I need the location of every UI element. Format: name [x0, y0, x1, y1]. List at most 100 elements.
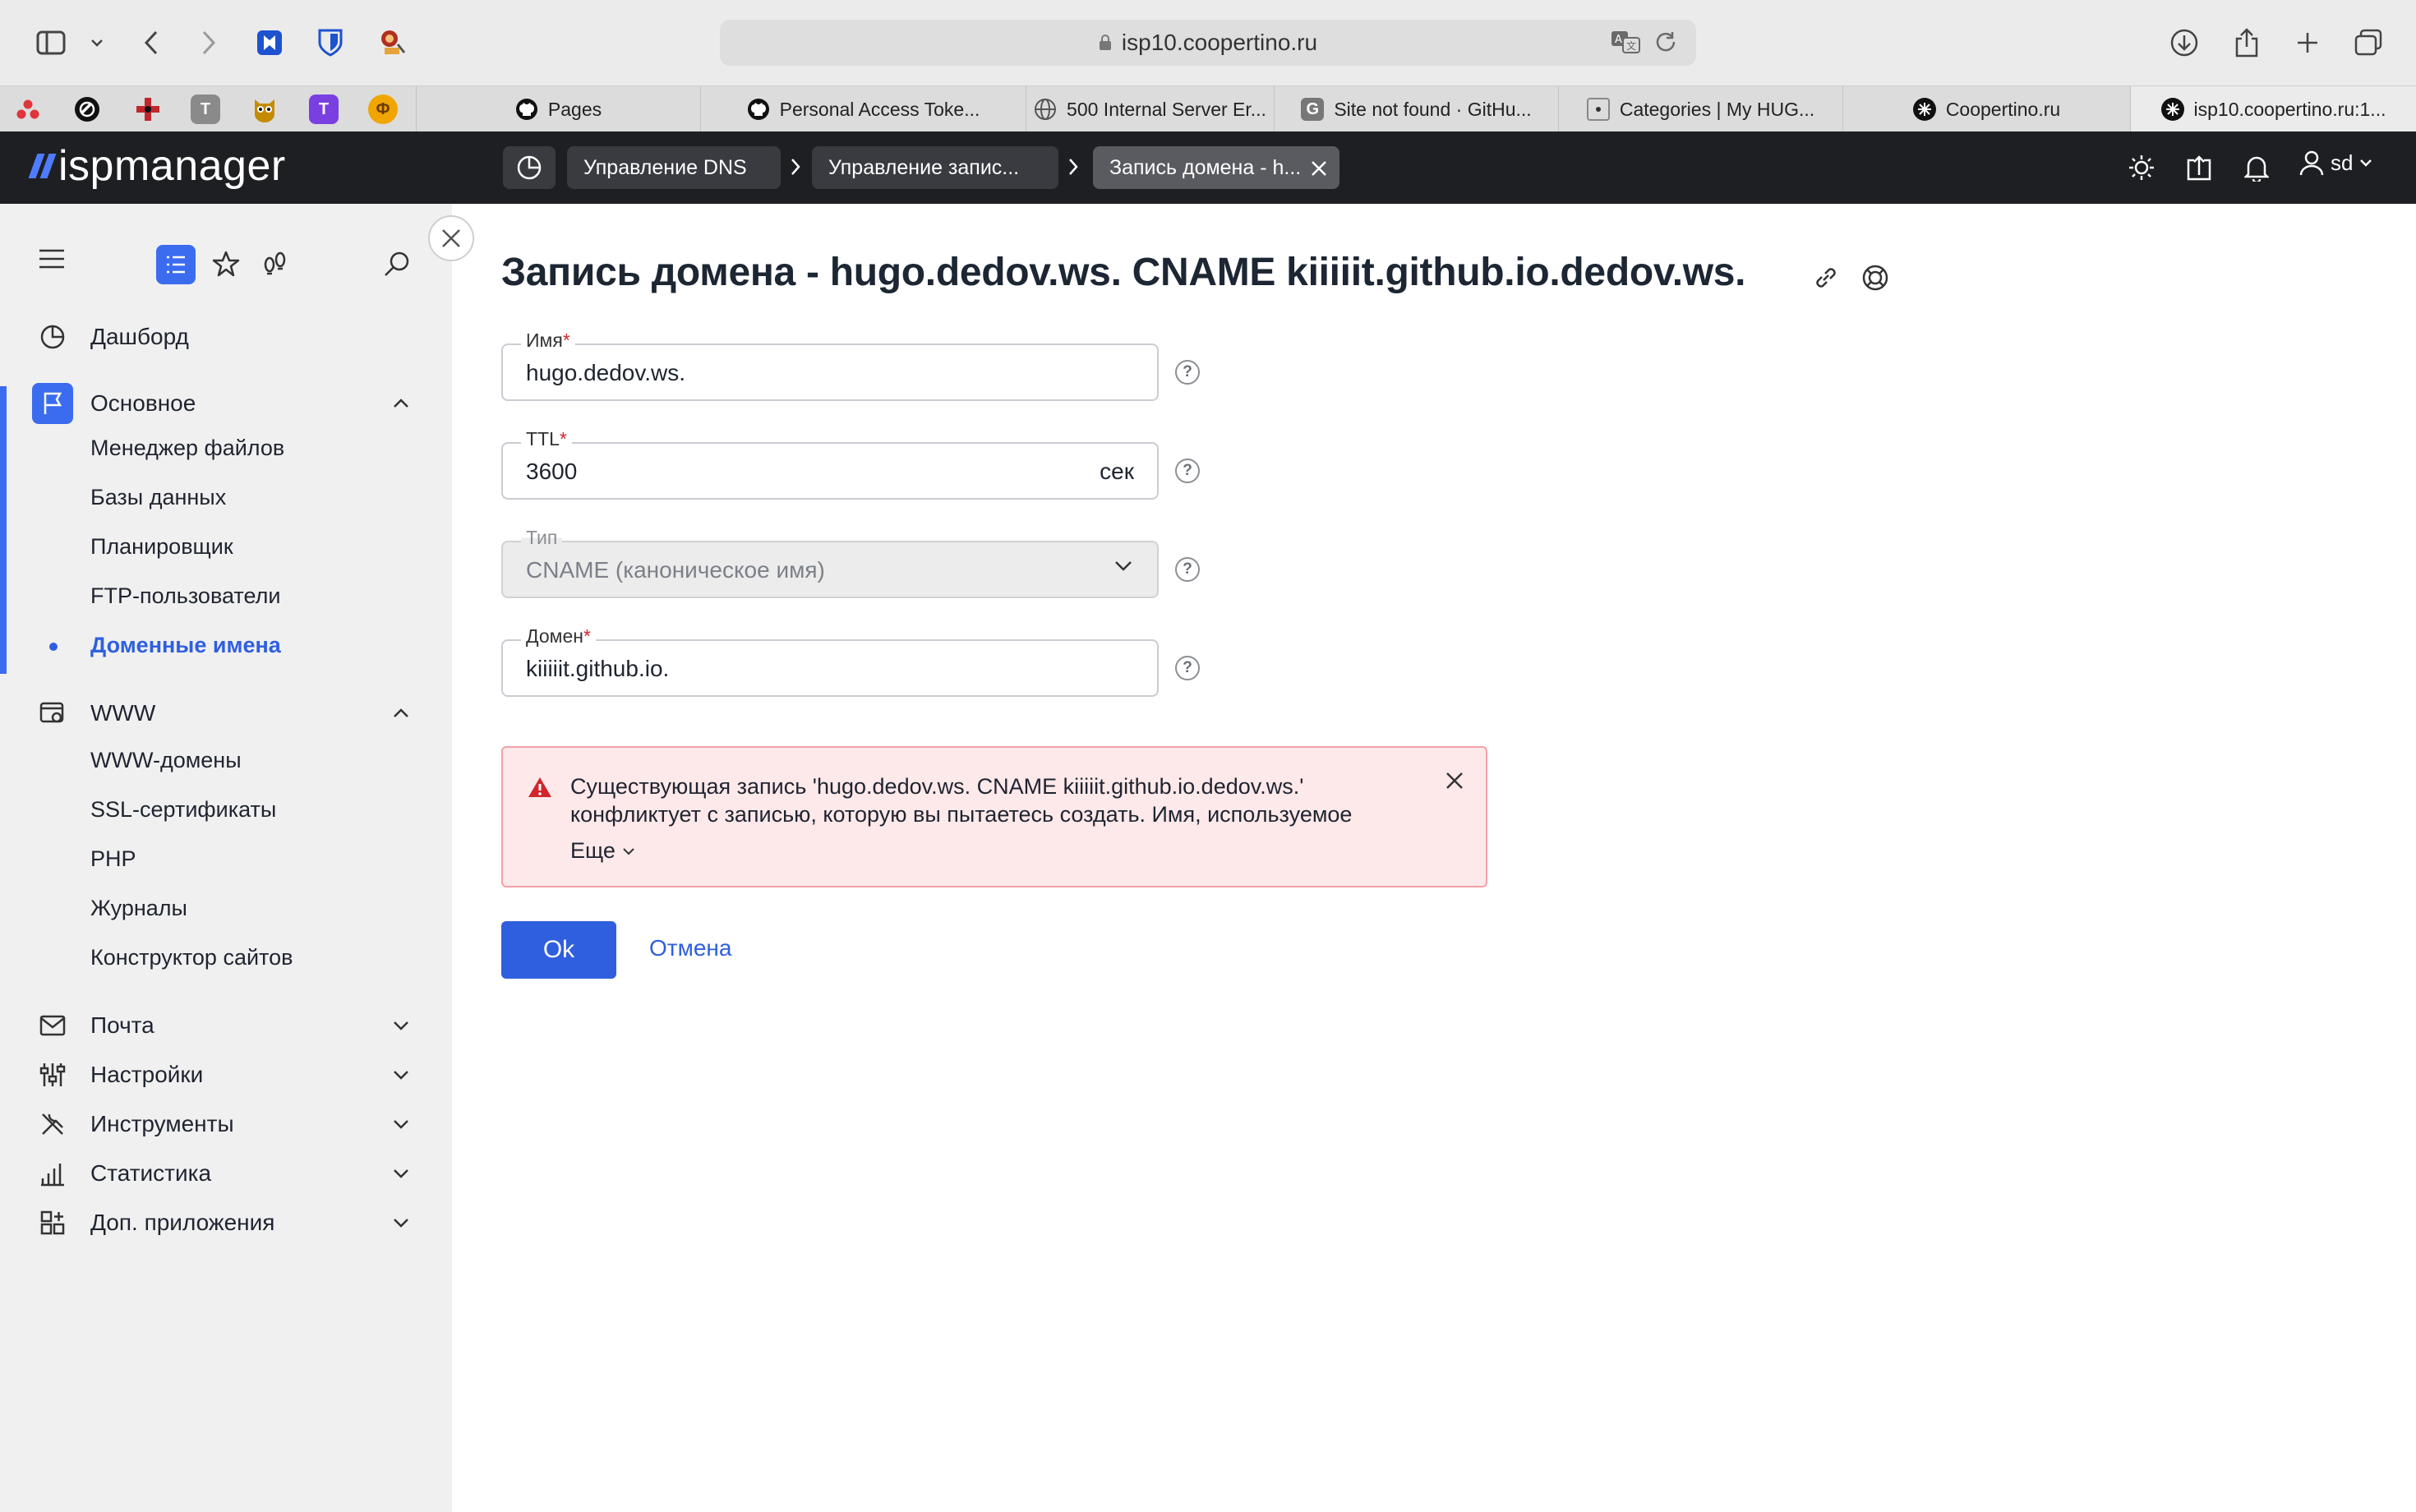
- extension-shield-blue-icon[interactable]: [251, 25, 288, 61]
- github-icon: [515, 98, 538, 121]
- breadcrumb-dns[interactable]: Управление DNS: [567, 146, 781, 189]
- dashboard-crumb-icon[interactable]: [503, 146, 556, 189]
- chevron-down-icon: [1115, 561, 1132, 571]
- sidebar-item-ftp-users[interactable]: FTP-пользователи: [90, 583, 280, 609]
- tab-bar: T T Ф Pages Personal Access Toke... 500 …: [0, 85, 2416, 132]
- dashboard-icon: [35, 319, 71, 355]
- pinned-tab-gray-t-icon[interactable]: T: [191, 94, 220, 124]
- pinned-tab-purple-t-icon[interactable]: T: [309, 94, 339, 124]
- www-settings-icon: [35, 695, 71, 731]
- ispmanager-logo[interactable]: ispmanager: [28, 141, 286, 191]
- error-message: Существующая запись 'hugo.dedov.ws. CNAM…: [570, 774, 1353, 827]
- pinned-tab-black-icon[interactable]: [72, 94, 102, 124]
- search-icon[interactable]: [383, 250, 411, 278]
- sidebar-section-settings[interactable]: Настройки: [0, 1058, 452, 1091]
- sidebar-section-www[interactable]: WWW: [0, 697, 452, 730]
- link-icon[interactable]: [1810, 261, 1842, 294]
- sidebar-item-site-builder[interactable]: Конструктор сайтов: [90, 945, 293, 970]
- close-alert-icon[interactable]: [1440, 766, 1469, 795]
- chevron-down-icon: [2360, 159, 2372, 167]
- show-more-link[interactable]: Еще: [570, 838, 635, 864]
- pinned-tab-owl-icon[interactable]: [250, 94, 279, 124]
- sidebar-section-mail[interactable]: Почта: [0, 1009, 452, 1042]
- url-text: isp10.coopertino.ru: [1121, 30, 1318, 55]
- g-icon: G: [1301, 98, 1325, 121]
- close-sidebar-button[interactable]: [428, 215, 474, 261]
- chevron-down-icon[interactable]: [79, 25, 115, 61]
- sidebar-item-domain-names[interactable]: Доменные имена: [90, 633, 281, 658]
- forward-icon[interactable]: [191, 25, 227, 61]
- sidebar-section-statistics[interactable]: Статистика: [0, 1157, 452, 1190]
- pinned-tab-red-cross-icon[interactable]: [133, 94, 163, 124]
- name-field-label: Имя*: [521, 330, 575, 352]
- user-menu[interactable]: sd: [2299, 150, 2372, 176]
- close-breadcrumb-icon[interactable]: [1310, 159, 1328, 177]
- footprints-icon[interactable]: [261, 250, 289, 278]
- domain-field-label: Домен*: [521, 625, 596, 648]
- breadcrumb-records[interactable]: Управление запис...: [812, 146, 1058, 189]
- sidebar-section-tools[interactable]: Инструменты: [0, 1108, 452, 1141]
- list-view-icon[interactable]: [156, 245, 196, 284]
- breadcrumb-current[interactable]: Запись домена - h...: [1093, 146, 1339, 189]
- chevron-down-icon: [394, 1120, 408, 1129]
- share-icon[interactable]: [2229, 25, 2265, 61]
- hamburger-icon[interactable]: [38, 248, 66, 270]
- ok-button[interactable]: Ok: [501, 921, 616, 979]
- downloads-icon[interactable]: [2166, 25, 2202, 61]
- theme-sun-icon[interactable]: [2125, 151, 2158, 184]
- name-field[interactable]: Имя* hugo.dedov.ws.: [501, 330, 1159, 401]
- bitwarden-icon[interactable]: [312, 25, 348, 61]
- error-alert: Существующая запись 'hugo.dedov.ws. CNAM…: [501, 746, 1487, 887]
- help-lifebuoy-icon[interactable]: [1859, 261, 1892, 294]
- translate-icon[interactable]: A文: [1611, 30, 1642, 54]
- cancel-button[interactable]: Отмена: [649, 935, 731, 961]
- browser-tab[interactable]: Coopertino.ru: [1842, 86, 2130, 132]
- name-help-icon[interactable]: ?: [1175, 360, 1200, 385]
- ttl-field[interactable]: TTL* 3600 сек: [501, 428, 1159, 500]
- browser-tab[interactable]: Categories | My HUG...: [1558, 86, 1842, 132]
- browser-tab[interactable]: Pages: [416, 86, 700, 132]
- sidebar-item-file-manager[interactable]: Менеджер файлов: [90, 436, 284, 461]
- browser-tab-active[interactable]: isp10.coopertino.ru:1...: [2130, 86, 2416, 132]
- address-bar[interactable]: isp10.coopertino.ru A文: [720, 20, 1696, 66]
- pinned-tab-red-dots-icon[interactable]: [13, 94, 43, 124]
- domain-field[interactable]: Домен* kiiiiit.github.io.: [501, 625, 1159, 697]
- sidebar-item-www-domains[interactable]: WWW-домены: [90, 748, 242, 773]
- ttl-unit: сек: [1100, 459, 1134, 484]
- sidebar-item-ssl[interactable]: SSL-сертификаты: [90, 797, 276, 823]
- browser-tab[interactable]: G Site not found · GitHu...: [1274, 86, 1558, 132]
- type-field-label: Тип: [521, 527, 563, 549]
- user-icon: [2299, 150, 2324, 176]
- reload-icon[interactable]: [1653, 30, 1678, 54]
- apps-icon: [35, 1205, 71, 1241]
- sidebar-item-dashboard[interactable]: Дашборд: [0, 320, 452, 353]
- star-icon[interactable]: [212, 250, 240, 278]
- sidebar-item-php[interactable]: PHP: [90, 846, 136, 872]
- dot-icon: [1586, 98, 1610, 121]
- browser-tab[interactable]: Personal Access Toke...: [700, 86, 1026, 132]
- type-help-icon[interactable]: ?: [1175, 557, 1200, 582]
- extension-character-icon[interactable]: [373, 25, 409, 61]
- tab-overview-icon[interactable]: [2350, 25, 2386, 61]
- sidebar-item-scheduler[interactable]: Планировщик: [90, 534, 233, 560]
- ttl-help-icon[interactable]: ?: [1175, 459, 1200, 483]
- back-icon[interactable]: [133, 25, 169, 61]
- sidebar-section-main[interactable]: Основное: [0, 383, 452, 424]
- breadcrumb-separator-icon: [791, 159, 800, 175]
- browser-tab[interactable]: 500 Internal Server Er...: [1026, 86, 1274, 132]
- bell-icon[interactable]: [2240, 151, 2273, 184]
- tools-icon: [35, 1106, 71, 1142]
- sidebar-toggle-icon[interactable]: [33, 25, 69, 61]
- globe-icon: [1034, 98, 1057, 121]
- pinned-tab-orange-f-icon[interactable]: Ф: [368, 94, 398, 124]
- upload-icon[interactable]: [2183, 151, 2215, 184]
- svg-text:文: 文: [1626, 39, 1636, 52]
- active-item-dot: [49, 643, 58, 651]
- new-tab-icon[interactable]: [2289, 25, 2326, 61]
- domain-help-icon[interactable]: ?: [1175, 656, 1200, 680]
- sidebar-item-logs[interactable]: Журналы: [90, 896, 187, 921]
- sidebar: Дашборд Основное Менеджер файлов Базы да…: [0, 204, 452, 1512]
- app-header: ispmanager Управление DNS Управление зап…: [0, 131, 2416, 204]
- sidebar-section-apps[interactable]: Доп. приложения: [0, 1206, 452, 1239]
- sidebar-item-databases[interactable]: Базы данных: [90, 485, 226, 510]
